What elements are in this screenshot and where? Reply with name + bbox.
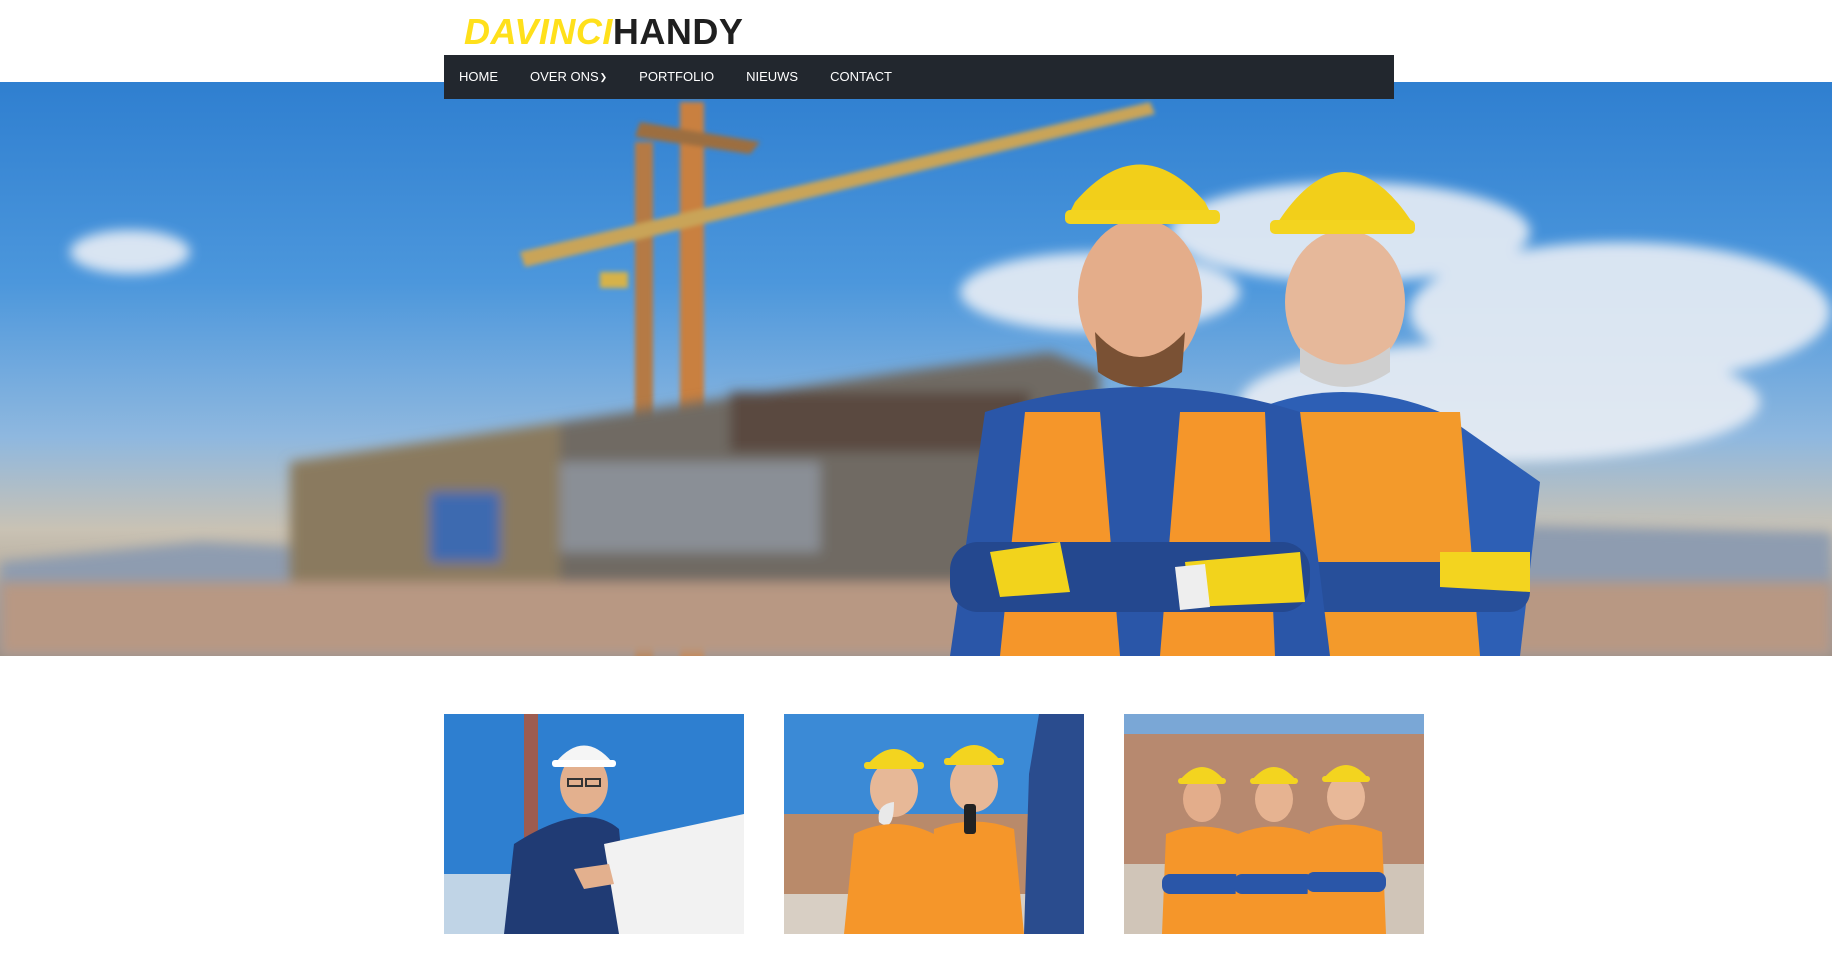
nav-nieuws-label: NIEUWS	[746, 69, 799, 84]
nav-home-label: HOME	[459, 69, 498, 84]
nav-contact-label: CONTACT	[830, 69, 892, 84]
gallery-image-engineer[interactable]	[444, 714, 744, 934]
logo-part-2: HANDY	[612, 11, 744, 52]
gallery-image-workers-radio[interactable]	[784, 714, 1084, 934]
nav-home[interactable]: HOME	[444, 55, 514, 99]
nav-nieuws[interactable]: NIEUWS	[730, 55, 814, 99]
nav-portfolio-label: PORTFOLIO	[639, 69, 715, 84]
nav-over-ons-label: OVER ONS	[530, 69, 599, 84]
hero-image	[0, 102, 1832, 656]
main-navigation: HOME OVER ONS❯ PORTFOLIO NIEUWS CONTACT	[444, 55, 1394, 99]
hero-banner	[0, 82, 1832, 656]
workers-radio-image	[784, 714, 1084, 934]
site-logo[interactable]: DAVINCIHANDY	[464, 10, 743, 54]
engineer-image	[444, 714, 744, 934]
chevron-down-icon: ❯	[599, 72, 608, 82]
nav-over-ons[interactable]: OVER ONS❯	[514, 55, 623, 99]
nav-contact[interactable]: CONTACT	[814, 55, 908, 99]
logo-part-1: DAVINCI	[464, 11, 613, 52]
nav-portfolio[interactable]: PORTFOLIO	[623, 55, 730, 99]
gallery-image-three-workers[interactable]	[1124, 714, 1424, 934]
three-workers-image	[1124, 714, 1424, 934]
